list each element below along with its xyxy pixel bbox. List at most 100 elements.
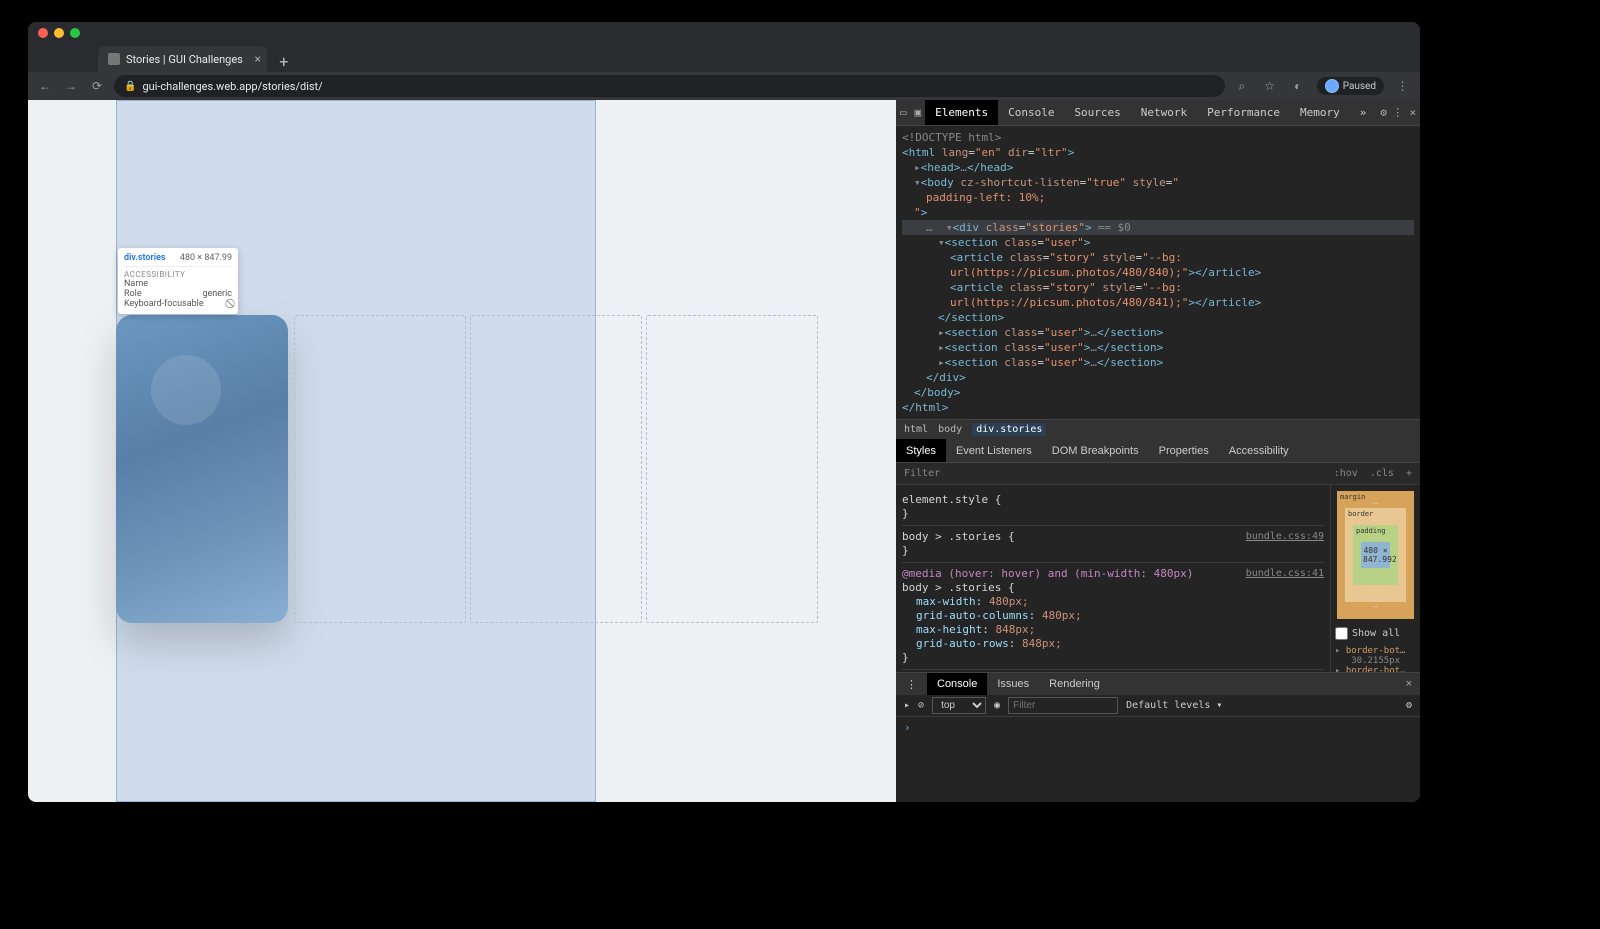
styles-filterbar: Filter :hov .cls + <box>896 463 1420 485</box>
dom-line[interactable]: </body> <box>902 385 1414 400</box>
tooltip-dims: 480 × 847.99 <box>180 253 232 263</box>
box-model-content: 480 × 847.992 <box>1361 542 1390 568</box>
toolbar: ← → ⟳ 🔒 gui-challenges.web.app/stories/d… <box>28 72 1420 100</box>
console-settings-icon[interactable]: ⚙ <box>1406 700 1412 711</box>
panel-tab-accessibility[interactable]: Accessibility <box>1219 439 1299 462</box>
panel-tab-dombreakpoints[interactable]: DOM Breakpoints <box>1042 439 1149 462</box>
dom-line-selected[interactable]: … ▾<div class="stories">== $0 <box>902 220 1414 235</box>
crumb-current[interactable]: div.stories <box>972 423 1046 436</box>
styles-body: element.style {}bundle.css:49body > .sto… <box>896 485 1420 672</box>
page-viewport: div.stories 480 × 847.99 ACCESSIBILITY N… <box>28 100 896 802</box>
console-toolbar: ▸ ⊘ top ◉ Default levels ▾ ⚙ <box>896 695 1420 717</box>
dom-tree[interactable]: <!DOCTYPE html> <html lang="en" dir="ltr… <box>896 126 1420 419</box>
story-placeholder <box>470 315 642 623</box>
eye-icon[interactable]: ◉ <box>994 700 1000 711</box>
devtools: ▭ ▣ Elements Console Sources Network Per… <box>896 100 1420 802</box>
drawer-tab-console[interactable]: Console <box>927 673 987 695</box>
box-model[interactable]: margin– border– padding– 480 × 847.992 –… <box>1331 485 1420 625</box>
tab-console[interactable]: Console <box>998 100 1064 125</box>
close-window-icon[interactable] <box>38 28 48 38</box>
crumb[interactable]: html <box>904 424 928 435</box>
hov-toggle[interactable]: :hov <box>1334 468 1358 479</box>
dom-line[interactable]: ▾<section class="user"> <box>902 235 1414 250</box>
dom-line: <!DOCTYPE html> <box>902 130 1414 145</box>
tooltip-kf-label: Keyboard-focusable <box>124 299 204 309</box>
computed-list[interactable]: ▸ border-bot… 30.2155px▸ border-bot… 30.… <box>1331 642 1420 672</box>
clear-console-icon[interactable]: ⊘ <box>918 700 924 711</box>
story-card[interactable] <box>116 315 288 623</box>
device-toolbar-icon[interactable]: ▣ <box>911 100 926 125</box>
drawer-tabbar: ⋮ Console Issues Rendering × <box>896 673 1420 695</box>
tab-elements[interactable]: Elements <box>925 100 998 125</box>
profile-button[interactable]: Paused <box>1317 77 1384 95</box>
new-rule-icon[interactable]: + <box>1406 468 1412 479</box>
extension-icon[interactable]: ◐ <box>1289 77 1307 95</box>
tooltip-role-value: generic <box>202 289 232 299</box>
css-rules[interactable]: element.style {}bundle.css:49body > .sto… <box>896 485 1330 672</box>
search-icon[interactable]: ⌕ <box>1233 77 1251 95</box>
tabs-overflow[interactable]: » <box>1350 100 1377 125</box>
dom-line[interactable]: <article class="story" style="--bg: url(… <box>902 250 1414 280</box>
console-prompt: › <box>904 721 911 734</box>
drawer-tab-issues[interactable]: Issues <box>987 673 1039 695</box>
story-placeholder <box>646 315 818 623</box>
dom-line: "> <box>902 205 1414 220</box>
tooltip-section: ACCESSIBILITY <box>124 266 232 279</box>
gear-icon[interactable]: ⚙ <box>1376 100 1391 125</box>
tabstrip: Stories | GUI Challenges × + <box>28 44 1420 72</box>
tab-memory[interactable]: Memory <box>1290 100 1350 125</box>
zoom-window-icon[interactable] <box>70 28 80 38</box>
tab-sources[interactable]: Sources <box>1064 100 1130 125</box>
console-sidebar-icon[interactable]: ▸ <box>904 700 910 711</box>
inspect-element-icon[interactable]: ▭ <box>896 100 911 125</box>
menu-button[interactable]: ⋮ <box>1394 77 1412 95</box>
dom-line[interactable]: <article class="story" style="--bg: url(… <box>902 280 1414 310</box>
browser-tab[interactable]: Stories | GUI Challenges × <box>98 46 267 72</box>
address-bar[interactable]: 🔒 gui-challenges.web.app/stories/dist/ <box>114 75 1225 97</box>
dom-line[interactable]: ▸<section class="user">…</section> <box>902 340 1414 355</box>
drawer-menu-icon[interactable]: ⋮ <box>896 673 927 695</box>
minimize-window-icon[interactable] <box>54 28 64 38</box>
tab-network[interactable]: Network <box>1131 100 1197 125</box>
levels-dropdown[interactable]: Default levels ▾ <box>1126 700 1222 711</box>
dom-line[interactable]: ▸<section class="user">…</section> <box>902 355 1414 370</box>
tooltip-name-label: Name <box>124 279 148 289</box>
dom-line[interactable]: ▾<body cz-shortcut-listen="true" style=" <box>902 175 1414 190</box>
dom-line[interactable]: </section> <box>902 310 1414 325</box>
panel-tab-eventlisteners[interactable]: Event Listeners <box>946 439 1042 462</box>
styles-filter-input[interactable]: Filter <box>904 468 1334 479</box>
console-filter-input[interactable] <box>1008 697 1118 714</box>
console-drawer: ⋮ Console Issues Rendering × ▸ ⊘ top ◉ D… <box>896 672 1420 802</box>
dom-line[interactable]: ▸<head>…</head> <box>902 160 1414 175</box>
bookmark-icon[interactable]: ☆ <box>1261 77 1279 95</box>
devtools-tabbar: ▭ ▣ Elements Console Sources Network Per… <box>896 100 1420 126</box>
inspect-tooltip: div.stories 480 × 847.99 ACCESSIBILITY N… <box>118 248 238 314</box>
close-drawer-icon[interactable]: × <box>1398 678 1420 690</box>
close-devtools-icon[interactable]: × <box>1405 100 1420 125</box>
url-text: gui-challenges.web.app/stories/dist/ <box>142 80 322 93</box>
browser-window: Stories | GUI Challenges × + ← → ⟳ 🔒 gui… <box>28 22 1420 802</box>
show-all-toggle[interactable]: Show all <box>1331 625 1420 642</box>
tooltip-selector: div.stories <box>124 253 166 263</box>
panel-tab-properties[interactable]: Properties <box>1149 439 1219 462</box>
new-tab-button[interactable]: + <box>273 50 295 72</box>
dom-line[interactable]: </div> <box>902 370 1414 385</box>
console-body[interactable]: › <box>896 717 1420 802</box>
context-select[interactable]: top <box>932 697 986 714</box>
close-tab-icon[interactable]: × <box>254 52 260 66</box>
lock-icon: 🔒 <box>124 81 136 92</box>
tab-performance[interactable]: Performance <box>1197 100 1290 125</box>
reload-button[interactable]: ⟳ <box>88 77 106 95</box>
forward-button[interactable]: → <box>62 77 80 95</box>
story-placeholder <box>294 315 466 623</box>
show-all-checkbox[interactable] <box>1335 627 1348 640</box>
crumb[interactable]: body <box>938 424 962 435</box>
devtools-menu-icon[interactable]: ⋮ <box>1391 100 1406 125</box>
dom-line[interactable]: <html lang="en" dir="ltr"> <box>902 145 1414 160</box>
panel-tab-styles[interactable]: Styles <box>896 439 946 462</box>
dom-line[interactable]: ▸<section class="user">…</section> <box>902 325 1414 340</box>
dom-line[interactable]: </html> <box>902 400 1414 415</box>
back-button[interactable]: ← <box>36 77 54 95</box>
drawer-tab-rendering[interactable]: Rendering <box>1039 673 1110 695</box>
cls-toggle[interactable]: .cls <box>1370 468 1394 479</box>
